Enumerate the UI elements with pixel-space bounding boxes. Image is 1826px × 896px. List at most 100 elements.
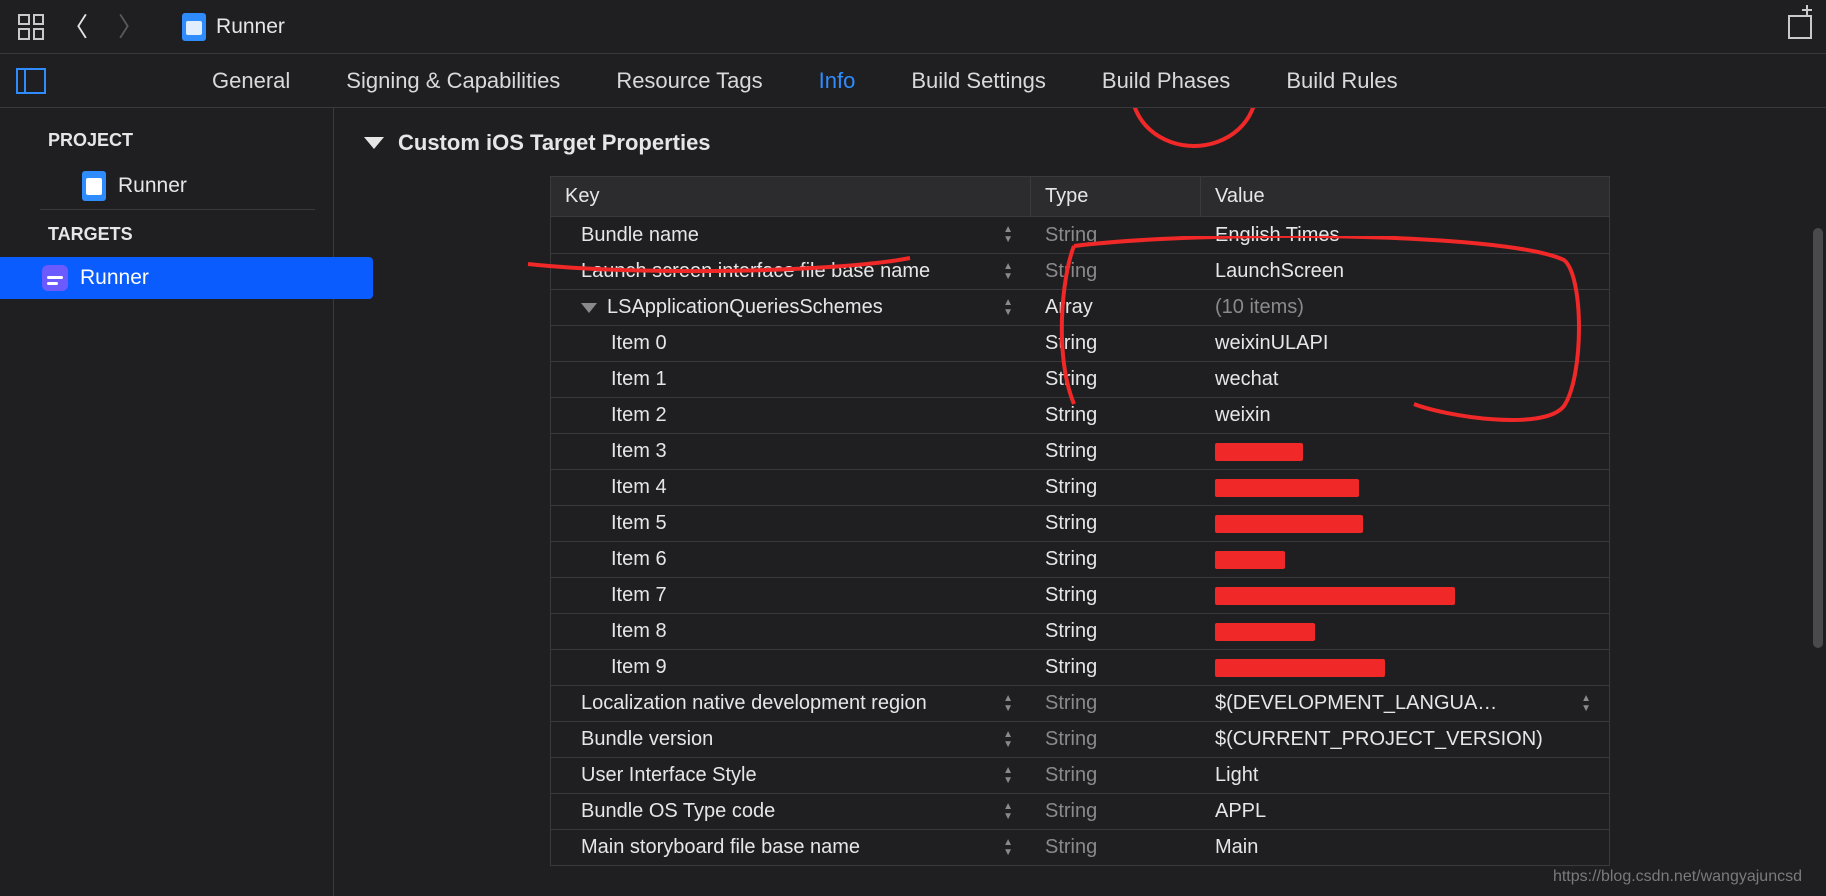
plist-key-cell[interactable]: Item 3 [551, 435, 1031, 468]
plist-type-cell[interactable]: String [1031, 507, 1201, 540]
key-stepper-icon[interactable]: ▲▼ [1003, 839, 1017, 857]
plist-value-cell[interactable]: (10 items) [1201, 291, 1609, 324]
section-custom-properties[interactable]: Custom iOS Target Properties [364, 130, 1806, 156]
plist-type-cell[interactable]: String [1031, 543, 1201, 576]
plist-value-cell[interactable]: weixin [1201, 399, 1609, 432]
plist-row[interactable]: Item 1Stringwechat [551, 361, 1609, 397]
plist-value-cell[interactable] [1201, 618, 1609, 646]
plist-value-cell[interactable]: weixinULAPI [1201, 327, 1609, 360]
sidebar-project-item[interactable]: Runner [40, 163, 315, 209]
plist-type-cell[interactable]: String [1031, 327, 1201, 360]
plist-type-cell[interactable]: String [1031, 471, 1201, 504]
key-stepper-icon[interactable]: ▲▼ [1003, 767, 1017, 785]
plist-type-cell[interactable]: String [1031, 363, 1201, 396]
plist-key-cell[interactable]: Bundle OS Type code▲▼ [551, 795, 1031, 828]
plist-value-cell[interactable] [1201, 510, 1609, 538]
plist-key-label: User Interface Style [581, 764, 757, 787]
plist-row[interactable]: LSApplicationQueriesSchemes▲▼Array(10 it… [551, 289, 1609, 325]
plist-row[interactable]: Item 3String [551, 433, 1609, 469]
nav-back-icon[interactable]: 〈 [62, 14, 88, 40]
key-stepper-icon[interactable]: ▲▼ [1003, 803, 1017, 821]
key-stepper-icon[interactable]: ▲▼ [1003, 226, 1017, 244]
plist-value-cell[interactable]: LaunchScreen [1201, 255, 1609, 288]
plist-key-cell[interactable]: Item 5 [551, 507, 1031, 540]
tab-build-settings[interactable]: Build Settings [911, 68, 1046, 94]
plist-row[interactable]: Item 8String [551, 613, 1609, 649]
plist-row[interactable]: Item 6String [551, 541, 1609, 577]
tab-general[interactable]: General [212, 68, 290, 94]
tab-build-phases[interactable]: Build Phases [1102, 68, 1230, 94]
plist-row[interactable]: Item 5String [551, 505, 1609, 541]
key-stepper-icon[interactable]: ▲▼ [1003, 299, 1017, 317]
plist-row[interactable]: Localization native development region▲▼… [551, 685, 1609, 721]
plist-value-cell[interactable]: $(DEVELOPMENT_LANGUA…▲▼ [1201, 687, 1609, 720]
plist-key-cell[interactable]: Item 7 [551, 579, 1031, 612]
plist-value-cell[interactable] [1201, 438, 1609, 466]
plist-type-cell[interactable]: String [1031, 651, 1201, 684]
sidebar-target-item[interactable]: Runner [0, 257, 373, 299]
plist-key-cell[interactable]: Launch screen interface file base name▲▼ [551, 255, 1031, 288]
plist-type-cell[interactable]: String [1031, 435, 1201, 468]
plist-row[interactable]: Item 0StringweixinULAPI [551, 325, 1609, 361]
value-stepper-icon[interactable]: ▲▼ [1581, 695, 1595, 713]
plist-value-cell[interactable]: Main [1201, 831, 1609, 864]
vertical-scrollbar[interactable] [1813, 228, 1823, 648]
window-grid-icon[interactable] [14, 10, 48, 44]
plist-key-cell[interactable]: Bundle name▲▼ [551, 219, 1031, 252]
plist-key-cell[interactable]: Item 0 [551, 327, 1031, 360]
plist-row[interactable]: User Interface Style ▲▼ StringLight [551, 757, 1609, 793]
plist-key-cell[interactable]: Item 9 [551, 651, 1031, 684]
plist-type-cell[interactable]: String [1031, 831, 1201, 864]
plist-type-cell[interactable]: String [1031, 399, 1201, 432]
plist-value-cell[interactable]: English Times [1201, 219, 1609, 252]
plist-key-cell[interactable]: Bundle version▲▼ [551, 723, 1031, 756]
plist-type-cell[interactable]: String [1031, 687, 1201, 720]
add-editor-pane-icon[interactable] [1788, 15, 1812, 39]
plist-row[interactable]: Item 7String [551, 577, 1609, 613]
plist-type-cell[interactable]: String [1031, 759, 1201, 792]
plist-type-cell[interactable]: String [1031, 219, 1201, 252]
plist-key-cell[interactable]: Item 6 [551, 543, 1031, 576]
plist-value-cell[interactable]: Light [1201, 759, 1609, 792]
key-stepper-icon[interactable]: ▲▼ [1003, 731, 1017, 749]
plist-key-cell[interactable]: Localization native development region▲▼ [551, 687, 1031, 720]
tab-signing-capabilities[interactable]: Signing & Capabilities [346, 68, 560, 94]
plist-type-cell[interactable]: String [1031, 255, 1201, 288]
plist-key-cell[interactable]: Item 8 [551, 615, 1031, 648]
plist-type-cell[interactable]: Array [1031, 291, 1201, 324]
plist-type-cell[interactable]: String [1031, 615, 1201, 648]
plist-row[interactable]: Item 9String [551, 649, 1609, 685]
plist-row[interactable]: Main storyboard file base name▲▼StringMa… [551, 829, 1609, 865]
breadcrumb[interactable]: Runner [182, 13, 285, 41]
plist-key-cell[interactable]: Item 1 [551, 363, 1031, 396]
nav-forward-icon[interactable]: 〉 [118, 14, 144, 40]
plist-type-cell[interactable]: String [1031, 795, 1201, 828]
plist-type-cell[interactable]: String [1031, 723, 1201, 756]
plist-value-cell[interactable]: $(CURRENT_PROJECT_VERSION) [1201, 723, 1609, 756]
plist-row[interactable]: Item 2Stringweixin [551, 397, 1609, 433]
plist-row[interactable]: Bundle version▲▼String$(CURRENT_PROJECT_… [551, 721, 1609, 757]
plist-row[interactable]: Launch screen interface file base name▲▼… [551, 253, 1609, 289]
key-stepper-icon[interactable]: ▲▼ [1003, 263, 1017, 281]
plist-key-cell[interactable]: Main storyboard file base name▲▼ [551, 831, 1031, 864]
plist-value-cell[interactable]: APPL [1201, 795, 1609, 828]
plist-value-cell[interactable]: wechat [1201, 363, 1609, 396]
plist-value-cell[interactable] [1201, 546, 1609, 574]
plist-key-cell[interactable]: Item 4 [551, 471, 1031, 504]
tab-info[interactable]: Info [819, 68, 856, 94]
tab-resource-tags[interactable]: Resource Tags [616, 68, 762, 94]
plist-type-cell[interactable]: String [1031, 579, 1201, 612]
plist-key-cell[interactable]: Item 2 [551, 399, 1031, 432]
key-stepper-icon[interactable]: ▲▼ [1003, 695, 1017, 713]
toggle-navigator-icon[interactable] [16, 68, 46, 94]
plist-row[interactable]: Bundle OS Type code▲▼StringAPPL [551, 793, 1609, 829]
plist-value-cell[interactable] [1201, 654, 1609, 682]
plist-key-cell[interactable]: LSApplicationQueriesSchemes▲▼ [551, 291, 1031, 324]
disclosure-down-icon[interactable] [581, 303, 597, 313]
tab-build-rules[interactable]: Build Rules [1286, 68, 1397, 94]
plist-row[interactable]: Item 4String [551, 469, 1609, 505]
plist-value-cell[interactable] [1201, 474, 1609, 502]
plist-value-cell[interactable] [1201, 582, 1609, 610]
plist-row[interactable]: Bundle name▲▼StringEnglish Times [551, 217, 1609, 253]
plist-key-cell[interactable]: User Interface Style ▲▼ [551, 759, 1031, 792]
